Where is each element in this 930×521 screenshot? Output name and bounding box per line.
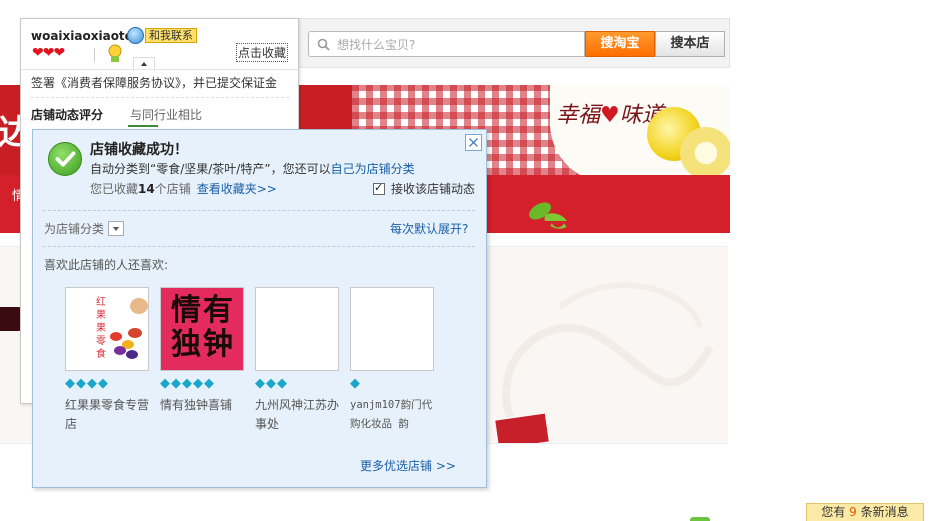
divider (94, 48, 95, 62)
category-label: 为店铺分类 (44, 222, 105, 236)
shop-name-link[interactable]: yanjm107韵门代购化妆品 韵 (350, 396, 434, 434)
diamond-icon: ◆ (87, 376, 97, 391)
shop-thumbnail[interactable]: 红果果零食 (65, 287, 149, 371)
shop-rating-diamonds: ◆ ◆ ◆ ◆ ◆ (160, 377, 244, 391)
popup-title: 店铺收藏成功！ (90, 142, 188, 158)
desc-prefix: 自动分类到“零食/坚果/茶叶/特产”，您还可以 (90, 162, 331, 176)
search-taobao-button[interactable]: 搜淘宝 (585, 31, 655, 57)
candy-image (114, 346, 126, 355)
diamond-icon: ◆ (65, 376, 75, 391)
candy-image (110, 332, 122, 341)
diamond-icon: ◆ (266, 376, 276, 391)
shop-rating-diamonds: ◆ (350, 377, 434, 391)
shop-rating-diamonds: ◆ ◆ ◆ (255, 377, 339, 391)
expand-default-link[interactable]: 每次默认展开? (390, 220, 468, 237)
diamond-icon: ◆ (193, 376, 203, 391)
diamond-icon: ◆ (277, 376, 287, 391)
candy-image (130, 298, 148, 314)
liked-shops-label: 喜欢此店铺的人还喜欢: (44, 258, 169, 272)
receive-updates-option[interactable]: 接收该店铺动态 (373, 180, 475, 197)
wangwang-icon (127, 27, 144, 44)
favorite-success-popup: 店铺收藏成功！ 自动分类到“零食/坚果/茶叶/特产”，您还可以自己为店铺分类 您… (32, 129, 487, 488)
categorize-shop-link[interactable]: 自己为店铺分类 (331, 162, 415, 176)
chevron-down-icon[interactable] (108, 221, 125, 236)
shop-thumbnail[interactable]: 情有独钟 (160, 287, 244, 371)
shop-name-link[interactable]: 情有独钟喜铺 (160, 396, 244, 415)
count-suffix: 个店铺 (154, 182, 191, 196)
diamond-icon: ◆ (204, 376, 214, 391)
contact-seller-button[interactable]: 和我联系 (127, 27, 197, 44)
search-bar: 想找什么宝贝? 搜淘宝 搜本店 (298, 18, 730, 68)
thumbnail-text: 情有独钟 (171, 293, 235, 362)
diamond-icon: ◆ (350, 376, 360, 391)
divider (43, 246, 475, 247)
diamond-icon: ◆ (171, 376, 181, 391)
award-icon (108, 44, 122, 62)
message-count: 9 (849, 505, 857, 519)
green-tab-fragment (690, 517, 710, 521)
search-store-button[interactable]: 搜本店 (655, 31, 725, 57)
recommended-shop[interactable]: 红果果零食 ◆ ◆ ◆ ◆ 红果果零食专营店 (65, 287, 149, 434)
diamond-icon: ◆ (182, 376, 192, 391)
seller-rating-hearts: ❤❤❤ (32, 45, 65, 61)
add-favorite-link[interactable]: 点击收藏 (236, 43, 289, 62)
more-shops-link[interactable]: 更多优选店铺 >> (360, 457, 456, 474)
swirl-decoration (502, 282, 714, 419)
shop-name-link[interactable]: 九州风神江苏办事处 (255, 396, 339, 434)
candy-image (128, 328, 142, 338)
candy-image (126, 350, 138, 359)
thumbnail-text: 红果果零食 (96, 297, 106, 360)
close-icon[interactable] (465, 134, 482, 151)
tab-industry-compare[interactable]: 与同行业相比 (130, 106, 202, 123)
receive-updates-checkbox[interactable] (373, 181, 385, 195)
lemon-slice-image (680, 127, 730, 179)
count-prefix: 您已收藏 (90, 182, 139, 196)
divider (43, 210, 475, 211)
recommended-shop[interactable]: ◆ yanjm107韵门代购化妆品 韵 (350, 287, 434, 434)
diamond-icon: ◆ (255, 376, 265, 391)
recommended-shop[interactable]: 情有独钟 ◆ ◆ ◆ ◆ ◆ 情有独钟喜铺 (160, 287, 244, 415)
diamond-icon: ◆ (98, 376, 108, 391)
shop-owner-name[interactable]: woaixiaoxiaote (31, 29, 133, 43)
search-input[interactable]: 想找什么宝贝? (308, 31, 585, 57)
new-messages-bar[interactable]: 您有 9 条新消息 (806, 503, 924, 521)
search-placeholder: 想找什么宝贝? (337, 37, 416, 52)
guarantee-text: 签署《消费者保障服务协议》，并已提交保证金 (31, 76, 278, 90)
message-suffix: 条新消息 (860, 505, 909, 519)
category-select[interactable]: 为店铺分类 (44, 220, 125, 237)
shop-thumbnail[interactable] (255, 287, 339, 371)
shop-rating-diamonds: ◆ ◆ ◆ ◆ (65, 377, 149, 391)
favorites-count: 您已收藏14个店铺 查看收藏夹>> (90, 180, 277, 197)
view-favorites-link[interactable]: 查看收藏夹>> (197, 182, 277, 196)
tab-dynamic-score[interactable]: 店铺动态评分 (31, 106, 103, 123)
diamond-icon: ◆ (76, 376, 86, 391)
count-value: 14 (138, 182, 155, 196)
divider (31, 97, 289, 98)
message-prefix: 您有 (821, 505, 846, 519)
banner-logo-text-a: 幸福 (556, 103, 601, 128)
diamond-icon: ◆ (160, 376, 170, 391)
contact-label: 和我联系 (145, 28, 197, 43)
search-icon (317, 38, 330, 51)
popup-description: 自动分类到“零食/坚果/茶叶/特产”，您还可以自己为店铺分类 (90, 160, 415, 177)
shop-name-link[interactable]: 红果果零食专营店 (65, 396, 149, 434)
heart-icon: ♥ (600, 103, 620, 128)
success-check-icon (48, 142, 82, 176)
divider (21, 69, 298, 70)
recommended-shop[interactable]: ◆ ◆ ◆ 九州风神江苏办事处 (255, 287, 339, 434)
shop-thumbnail[interactable] (350, 287, 434, 371)
tab-indicator (128, 125, 158, 127)
receive-updates-label: 接收该店铺动态 (391, 182, 476, 196)
